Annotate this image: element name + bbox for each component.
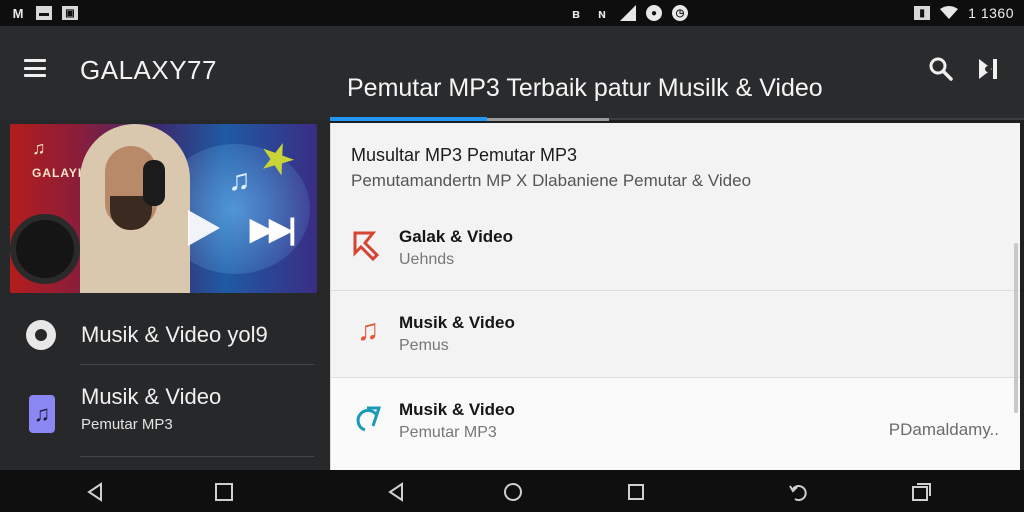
search-icon[interactable] xyxy=(928,56,954,82)
cast-icon[interactable] xyxy=(976,56,1002,82)
sidebar: ♫ GALAYI ♫ ▶▶| Musik & Video yol9 ♫ Musi… xyxy=(0,120,330,470)
nfc-icon: ɴ xyxy=(598,5,606,21)
play-icon xyxy=(188,210,220,246)
gmail-icon: M xyxy=(12,5,24,21)
skip-forward-icon: ▶▶| xyxy=(250,213,297,246)
music-note-tile-icon: ♫ xyxy=(29,395,55,433)
gear-icon xyxy=(26,320,56,350)
sidebar-item-musik-video-2[interactable]: ♫ Musik & Video Pemutar MP3 xyxy=(0,372,330,456)
list-item-title: Galak & Video xyxy=(399,227,514,246)
headphones-icon xyxy=(143,160,165,206)
list-item-subtitle: Pemus xyxy=(399,337,449,354)
status-center-icons: ʙ ɴ ● ◷ xyxy=(568,5,688,21)
sidebar-item-musik-video-1[interactable]: Musik & Video yol9 xyxy=(0,310,330,366)
status-left-icons: M ▬ ▣ xyxy=(0,5,78,21)
mail-box-icon: ▬ xyxy=(36,6,52,20)
tools-icon xyxy=(351,225,385,265)
tab-secondary-indicator xyxy=(487,118,609,121)
list-item-trailing-text: PDamaldamy.. xyxy=(888,420,999,439)
bluetooth-icon: ʙ xyxy=(572,5,580,21)
status-right-icons: ▮ 1 1360 xyxy=(914,5,1014,21)
list-item[interactable]: Musik & Video Pemutar MP3 PDamaldamy.. xyxy=(331,377,1020,470)
music-circle-icon xyxy=(351,398,385,438)
panel-header: Musultar MP3 Pemutar MP3 xyxy=(351,145,578,165)
back-icon[interactable] xyxy=(385,481,407,503)
list-item[interactable]: ♫ Musik & Video Pemus xyxy=(331,290,1020,376)
music-note-icon: ♫ xyxy=(356,314,380,347)
photo-icon: ▣ xyxy=(62,6,78,20)
rotate-icon[interactable] xyxy=(787,481,809,503)
alarm-icon: ◷ xyxy=(672,5,688,21)
app-bar: GALAXY77 Pemutar MP3 Terbaik patur Musil… xyxy=(0,26,1024,121)
sidebar-item-sublabel: Pemutar MP3 xyxy=(81,416,173,433)
home-square-icon[interactable] xyxy=(213,481,235,503)
list-item-subtitle: Pemutar MP3 xyxy=(399,424,497,441)
app-title: GALAXY77 xyxy=(80,55,217,85)
page-heading: Pemutar MP3 Terbaik patur Musilk & Video xyxy=(347,74,823,102)
list-item[interactable]: Galak & Video Uehnds xyxy=(331,205,1020,290)
hero-logo-text: GALAYI xyxy=(32,166,83,180)
overview-icon[interactable] xyxy=(910,481,932,503)
home-circle-icon[interactable] xyxy=(502,481,524,503)
menu-icon[interactable] xyxy=(24,59,46,77)
status-bar: M ▬ ▣ ʙ ɴ ● ◷ ▮ 1 1360 xyxy=(0,0,1024,26)
status-time: 1 1360 xyxy=(968,5,1014,21)
vibrate-icon: ▮ xyxy=(914,6,931,20)
back-icon[interactable] xyxy=(84,481,106,503)
signal-triangle-icon xyxy=(620,5,636,21)
sidebar-item-label: Musik & Video xyxy=(81,384,222,409)
music-notes-icon: ♫ xyxy=(228,164,251,197)
list-item-title: Musik & Video xyxy=(399,313,515,332)
scrollbar[interactable] xyxy=(1014,243,1018,413)
list-item-subtitle: Uehnds xyxy=(399,251,455,268)
list-item-title: Musik & Video xyxy=(399,400,515,419)
sidebar-divider xyxy=(80,364,314,365)
hero-banner[interactable]: ♫ GALAYI ♫ ▶▶| xyxy=(10,124,317,293)
record-icon: ● xyxy=(646,5,662,21)
tab-indicator xyxy=(330,117,487,121)
recents-square-icon[interactable] xyxy=(625,481,647,503)
panel-subheader: Pemutamandertn MP X Dlabaniene Pemutar &… xyxy=(351,171,752,190)
content-panel: Musultar MP3 Pemutar MP3 Pemutamandertn … xyxy=(330,123,1020,470)
navigation-bar xyxy=(0,470,1024,512)
wifi-icon xyxy=(940,6,959,19)
hero-logo-mark: ♫ xyxy=(32,138,46,158)
sidebar-divider xyxy=(80,456,314,457)
vinyl-record-icon xyxy=(10,214,80,284)
sidebar-item-label: Musik & Video yol9 xyxy=(81,322,268,347)
